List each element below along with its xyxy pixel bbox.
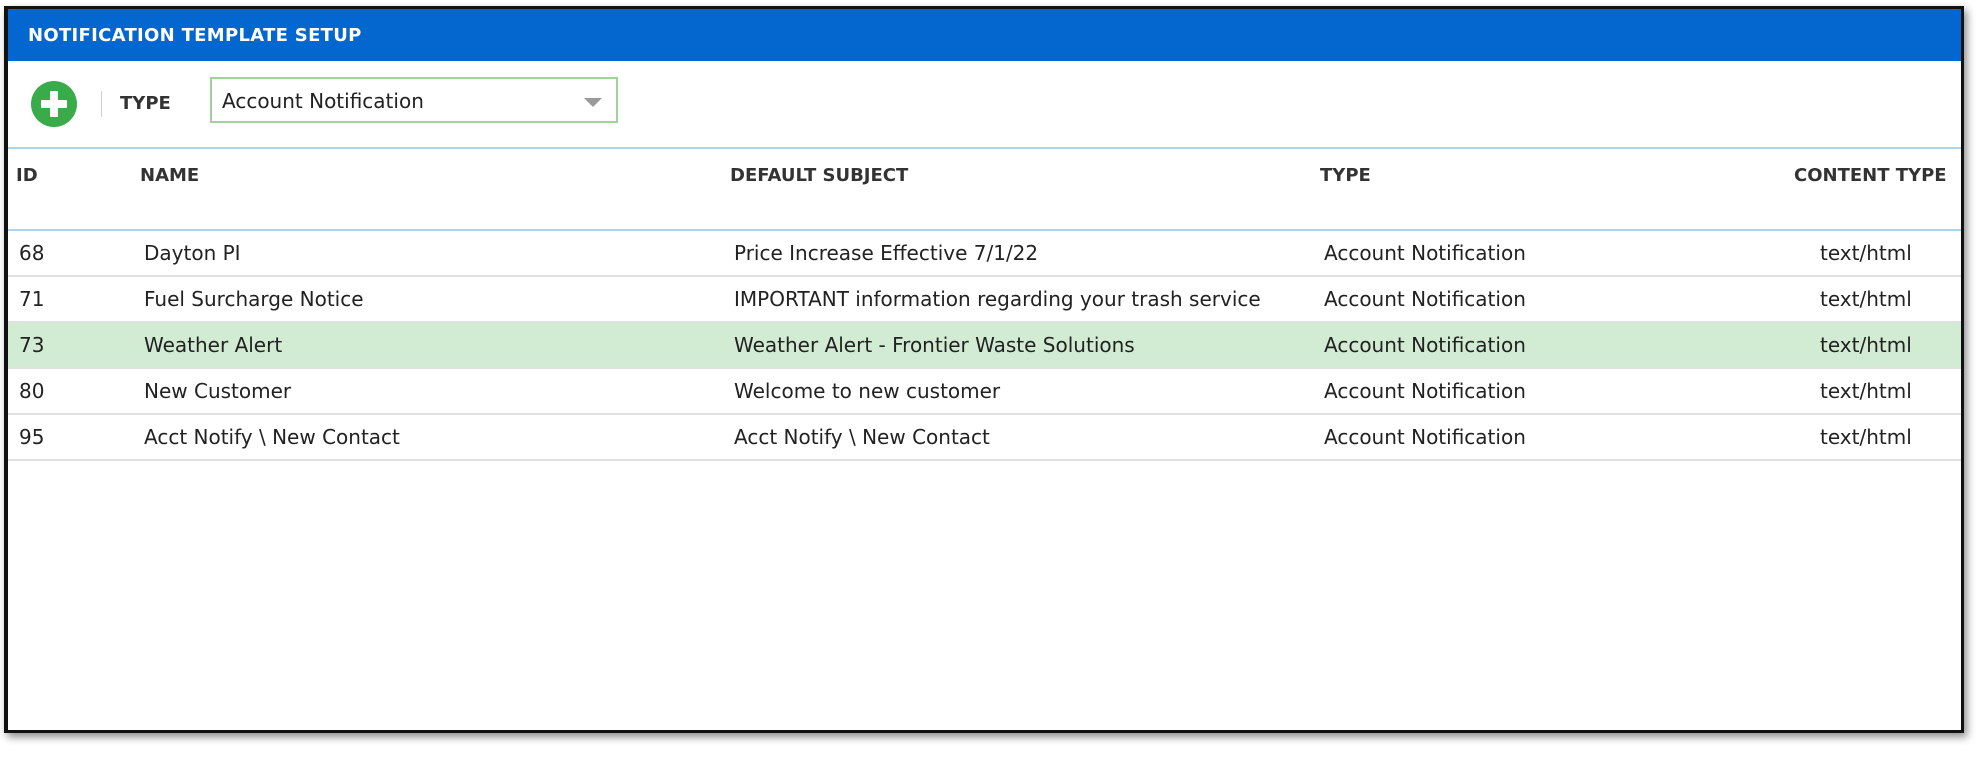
cell-subject: Price Increase Effective 7/1/22 bbox=[734, 241, 1039, 265]
notification-template-window: NOTIFICATION TEMPLATE SETUP TYPE Account… bbox=[4, 6, 1964, 733]
window-title: NOTIFICATION TEMPLATE SETUP bbox=[28, 24, 362, 46]
grid-header: ID NAME DEFAULT SUBJECT TYPE CONTENT TYP… bbox=[8, 149, 1961, 231]
add-template-button[interactable] bbox=[31, 81, 77, 127]
cell-content-type: text/html bbox=[1820, 333, 1912, 357]
cell-name: Weather Alert bbox=[144, 333, 283, 357]
cell-type: Account Notification bbox=[1324, 241, 1526, 265]
cell-type: Account Notification bbox=[1324, 333, 1526, 357]
cell-id: 71 bbox=[19, 287, 45, 311]
grid-body: 68 Dayton PI Price Increase Effective 7/… bbox=[8, 231, 1961, 461]
cell-type: Account Notification bbox=[1324, 379, 1526, 403]
cell-type: Account Notification bbox=[1324, 425, 1526, 449]
cell-id: 73 bbox=[19, 333, 45, 357]
toolbar: TYPE Account Notification bbox=[8, 61, 1961, 149]
table-row[interactable]: 80 New Customer Welcome to new customer … bbox=[8, 369, 1961, 415]
type-filter-select[interactable]: Account Notification bbox=[210, 77, 618, 123]
column-header-name[interactable]: NAME bbox=[140, 165, 199, 186]
cell-subject: Acct Notify \ New Contact bbox=[734, 425, 990, 449]
table-row[interactable]: 71 Fuel Surcharge Notice IMPORTANT infor… bbox=[8, 277, 1961, 323]
cell-subject: Welcome to new customer bbox=[734, 379, 1001, 403]
cell-content-type: text/html bbox=[1820, 425, 1912, 449]
column-header-id[interactable]: ID bbox=[16, 165, 38, 186]
cell-id: 80 bbox=[19, 379, 45, 403]
type-filter-value: Account Notification bbox=[222, 89, 424, 113]
cell-id: 68 bbox=[19, 241, 45, 265]
toolbar-divider bbox=[101, 91, 102, 117]
cell-name: Fuel Surcharge Notice bbox=[144, 287, 364, 311]
chevron-down-icon[interactable] bbox=[584, 98, 602, 107]
cell-name: Dayton PI bbox=[144, 241, 241, 265]
title-bar: NOTIFICATION TEMPLATE SETUP bbox=[8, 9, 1961, 61]
cell-content-type: text/html bbox=[1820, 241, 1912, 265]
table-row[interactable]: 68 Dayton PI Price Increase Effective 7/… bbox=[8, 231, 1961, 277]
plus-circle-icon-stroke bbox=[50, 91, 58, 117]
cell-content-type: text/html bbox=[1820, 287, 1912, 311]
cell-subject: Weather Alert - Frontier Waste Solutions bbox=[734, 333, 1135, 357]
cell-id: 95 bbox=[19, 425, 45, 449]
cell-name: Acct Notify \ New Contact bbox=[144, 425, 400, 449]
table-row[interactable]: 73 Weather Alert Weather Alert - Frontie… bbox=[8, 323, 1961, 369]
cell-subject: IMPORTANT information regarding your tra… bbox=[734, 287, 1261, 311]
type-filter-label: TYPE bbox=[120, 93, 171, 114]
cell-content-type: text/html bbox=[1820, 379, 1912, 403]
cell-name: New Customer bbox=[144, 379, 292, 403]
table-row[interactable]: 95 Acct Notify \ New Contact Acct Notify… bbox=[8, 415, 1961, 461]
column-header-default-subject[interactable]: DEFAULT SUBJECT bbox=[730, 165, 908, 186]
column-header-content-type[interactable]: CONTENT TYPE bbox=[1794, 165, 1947, 186]
column-header-type[interactable]: TYPE bbox=[1320, 165, 1371, 186]
cell-type: Account Notification bbox=[1324, 287, 1526, 311]
